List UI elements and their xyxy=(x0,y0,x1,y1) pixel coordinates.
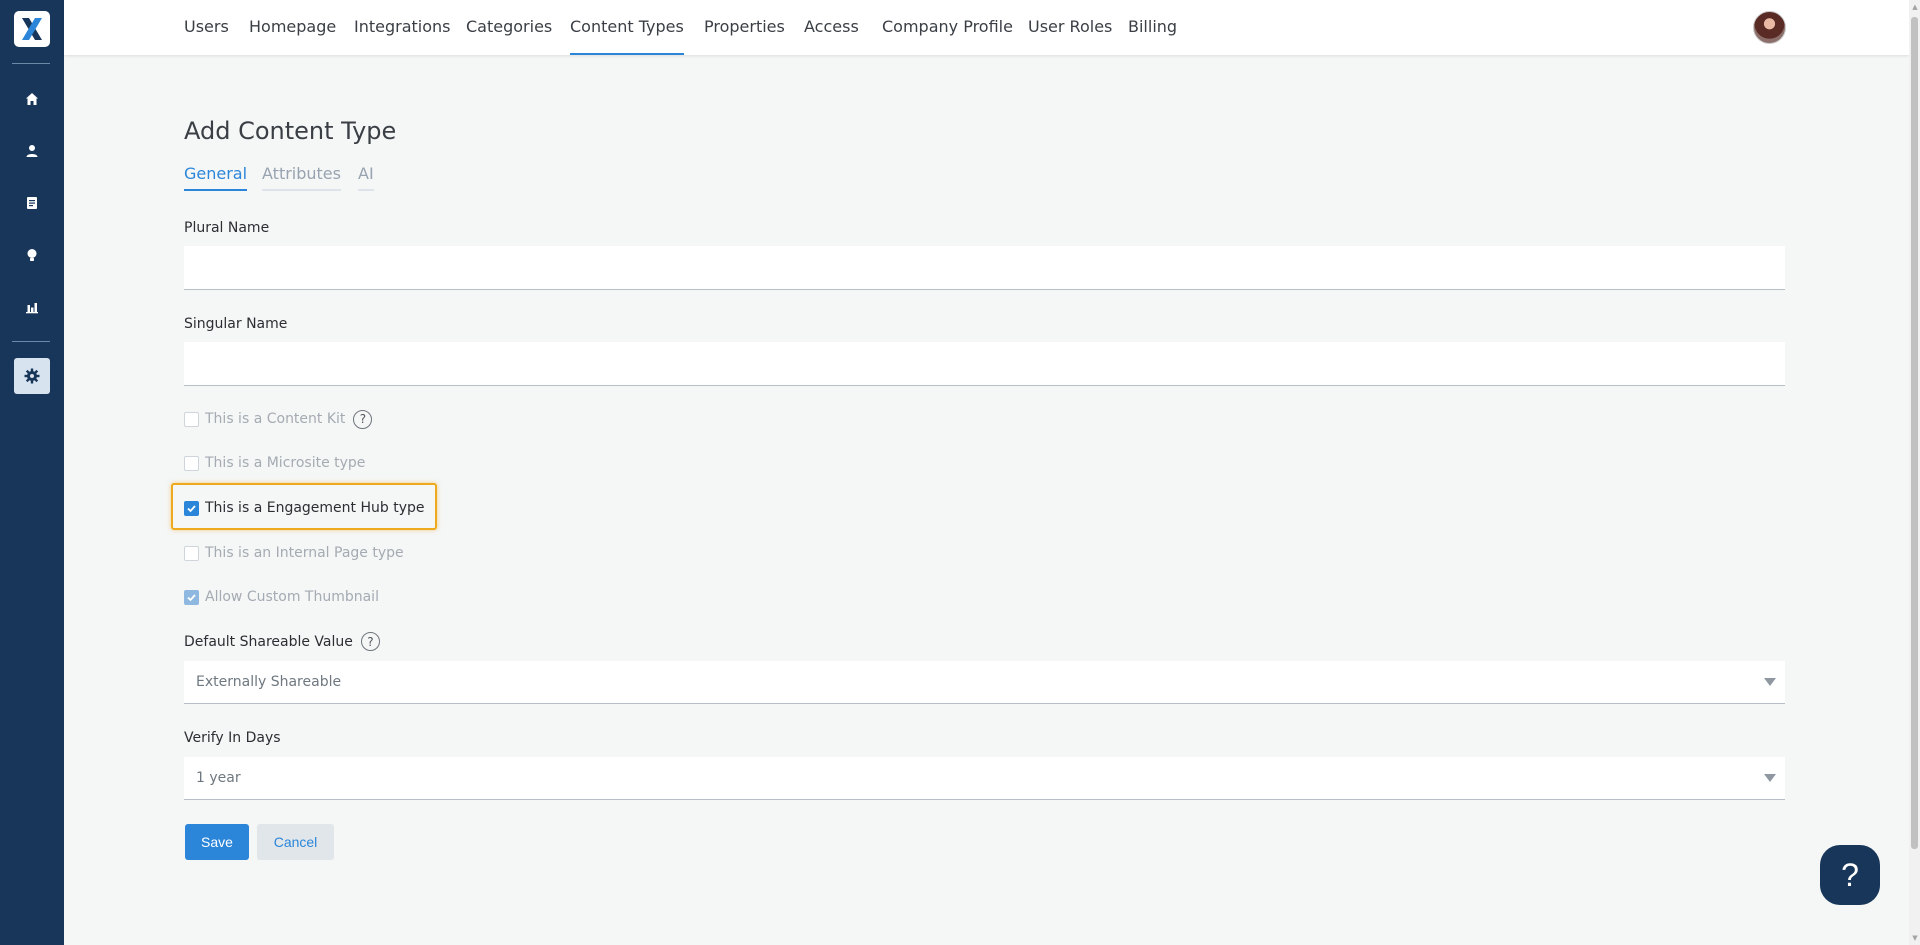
x-logo-icon[interactable] xyxy=(14,11,50,47)
subtab-ai[interactable]: AI xyxy=(358,164,374,191)
engagement-hub-checkbox-row[interactable]: This is a Engagement Hub type xyxy=(184,499,424,517)
default-shareable-select[interactable]: Externally Shareable xyxy=(184,661,1785,704)
content-kit-checkbox-row[interactable]: This is a Content Kit ? xyxy=(184,409,373,429)
tab-categories[interactable]: Categories xyxy=(466,0,552,55)
user-icon[interactable] xyxy=(22,141,42,161)
verify-in-days-label: Verify In Days xyxy=(184,730,281,746)
caret-down-icon xyxy=(1764,774,1776,782)
help-button[interactable]: ? xyxy=(1820,845,1880,905)
lightbulb-icon[interactable] xyxy=(22,245,42,265)
tab-homepage[interactable]: Homepage xyxy=(249,0,336,55)
checkmark-icon xyxy=(187,504,196,512)
internal-page-checkbox-row[interactable]: This is an Internal Page type xyxy=(184,544,404,562)
tab-access[interactable]: Access xyxy=(804,0,859,55)
microsite-checkbox[interactable] xyxy=(184,455,199,471)
custom-thumbnail-checkbox-row[interactable]: Allow Custom Thumbnail xyxy=(184,588,379,606)
home-icon[interactable] xyxy=(22,89,42,109)
rail-divider xyxy=(12,63,50,64)
tab-users[interactable]: Users xyxy=(184,0,229,55)
question-circle-icon[interactable]: ? xyxy=(353,409,373,429)
top-nav: Users Homepage Integrations Categories C… xyxy=(64,0,1909,55)
verify-in-days-select[interactable]: 1 year xyxy=(184,757,1785,800)
checkmark-icon xyxy=(187,593,196,601)
left-rail xyxy=(0,0,64,945)
tab-properties[interactable]: Properties xyxy=(704,0,785,55)
internal-page-label: This is an Internal Page type xyxy=(205,545,404,561)
subtab-attributes[interactable]: Attributes xyxy=(262,164,341,191)
tab-company-profile[interactable]: Company Profile xyxy=(882,0,1013,55)
tab-user-roles[interactable]: User Roles xyxy=(1028,0,1112,55)
engagement-hub-checkbox[interactable] xyxy=(184,500,199,516)
scrollbar-thumb[interactable] xyxy=(1911,17,1918,849)
tab-content-types[interactable]: Content Types xyxy=(570,0,684,55)
microsite-label: This is a Microsite type xyxy=(205,455,366,471)
singular-name-label: Singular Name xyxy=(184,316,288,332)
scroll-up-icon[interactable]: ▲ xyxy=(1910,2,1920,12)
default-shareable-value: Externally Shareable xyxy=(196,674,342,690)
save-button[interactable]: Save xyxy=(185,824,249,860)
subtab-general[interactable]: General xyxy=(184,164,248,191)
avatar[interactable] xyxy=(1753,11,1786,44)
default-shareable-label: Default Shareable Value xyxy=(184,633,353,650)
content-kit-checkbox[interactable] xyxy=(184,411,199,427)
engagement-hub-label: This is a Engagement Hub type xyxy=(205,500,425,516)
verify-in-days-value: 1 year xyxy=(196,770,241,786)
content-kit-label: This is a Content Kit xyxy=(205,411,346,427)
tab-integrations[interactable]: Integrations xyxy=(354,0,451,55)
singular-name-input[interactable] xyxy=(184,342,1785,386)
scroll-down-icon[interactable]: ▼ xyxy=(1910,933,1920,943)
custom-thumbnail-label: Allow Custom Thumbnail xyxy=(205,589,379,605)
rail-divider xyxy=(12,341,50,342)
internal-page-checkbox[interactable] xyxy=(184,545,199,561)
document-icon[interactable] xyxy=(22,193,42,213)
microsite-checkbox-row[interactable]: This is a Microsite type xyxy=(184,454,365,472)
gear-icon[interactable] xyxy=(14,358,50,394)
tab-billing[interactable]: Billing xyxy=(1128,0,1177,55)
default-shareable-label-row: Default Shareable Value ? xyxy=(184,632,380,651)
plural-name-input[interactable] xyxy=(184,246,1785,290)
cancel-button[interactable]: Cancel xyxy=(257,824,334,860)
bar-chart-icon[interactable] xyxy=(22,297,42,317)
page-title: Add Content Type xyxy=(184,117,397,145)
custom-thumbnail-checkbox[interactable] xyxy=(184,589,199,605)
question-circle-icon[interactable]: ? xyxy=(360,632,380,651)
caret-down-icon xyxy=(1764,678,1776,686)
plural-name-label: Plural Name xyxy=(184,220,270,236)
